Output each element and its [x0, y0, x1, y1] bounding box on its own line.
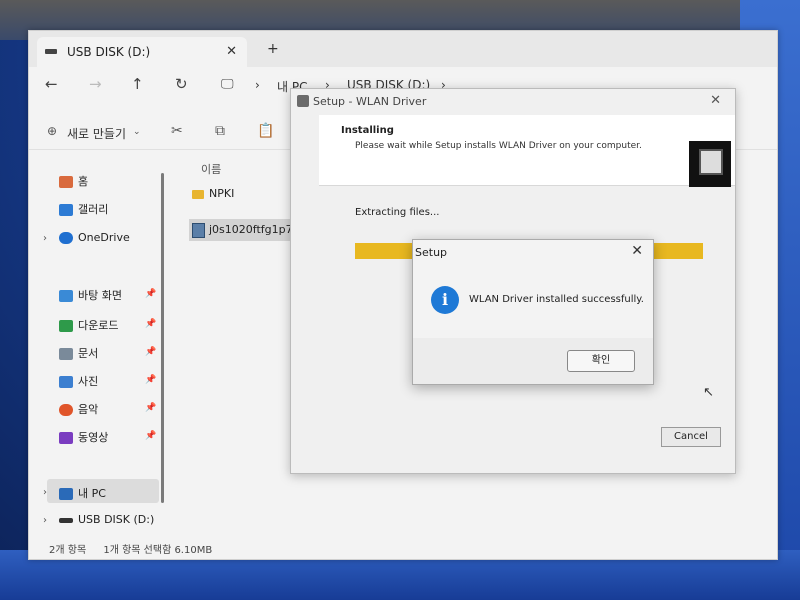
close-icon[interactable]: ✕: [631, 243, 643, 259]
nav-item-label: OneDrive: [78, 231, 130, 244]
pin-icon: 📌: [145, 431, 157, 441]
refresh-icon[interactable]: ↻: [175, 75, 188, 93]
nav-item-onedrive[interactable]: OneDrive: [59, 231, 130, 244]
drive-icon: [59, 517, 73, 523]
status-bar: 2개 항목 1개 항목 선택함 6.10MB: [49, 541, 226, 556]
chevron-right-icon[interactable]: ›: [43, 515, 47, 526]
folder-icon: [192, 189, 204, 199]
music-icon: [59, 404, 73, 416]
file-name: NPKI: [209, 187, 235, 200]
breadcrumb-separator-icon: ›: [255, 78, 260, 92]
message-dialog: Setup ✕ i WLAN Driver installed successf…: [412, 239, 654, 385]
nav-item-label: USB DISK (D:): [78, 513, 155, 526]
nav-item-label: 홈: [78, 175, 89, 188]
nav-item-documents[interactable]: 문서: [59, 345, 98, 361]
nav-item-my-pc[interactable]: 내 PC: [59, 485, 106, 501]
close-icon[interactable]: ✕: [710, 93, 721, 108]
chevron-down-icon[interactable]: ⌄: [133, 127, 141, 137]
pin-icon: 📌: [145, 403, 157, 413]
setup-status-text: Extracting files...: [355, 207, 440, 218]
cancel-button[interactable]: Cancel: [661, 427, 721, 447]
drive-icon: [45, 49, 57, 54]
cut-icon[interactable]: ✂: [171, 123, 183, 139]
selection-info: 1개 항목 선택함 6.10MB: [103, 545, 213, 556]
ok-button[interactable]: 확인: [567, 350, 635, 372]
tab-close-icon[interactable]: ✕: [226, 44, 237, 59]
nav-item-videos[interactable]: 동영상: [59, 429, 108, 445]
download-icon: [59, 320, 73, 332]
setup-subheading: Please wait while Setup installs WLAN Dr…: [355, 141, 642, 151]
nav-item-usb-disk[interactable]: USB DISK (D:): [59, 513, 154, 526]
nav-item-label: 다운로드: [78, 319, 119, 332]
pin-icon: 📌: [145, 319, 157, 329]
dialog-title-bar: Setup ✕: [413, 240, 653, 264]
pc-icon: 🖵: [221, 77, 234, 92]
nav-item-gallery[interactable]: 갤러리: [59, 201, 108, 217]
nav-item-label: 갤러리: [78, 203, 109, 216]
desktop-icon: [59, 290, 73, 302]
setup-title-bar: Setup - WLAN Driver ✕: [291, 89, 735, 115]
item-count: 2개 항목: [49, 545, 87, 556]
nav-item-music[interactable]: 음악: [59, 401, 98, 417]
tab-usb-disk[interactable]: USB DISK (D:) ✕: [37, 37, 247, 67]
picture-icon: [59, 376, 73, 388]
nav-item-downloads[interactable]: 다운로드: [59, 317, 118, 333]
setup-heading: Installing: [341, 125, 394, 136]
chevron-right-icon[interactable]: ›: [43, 487, 47, 498]
home-icon: [59, 176, 73, 188]
mouse-cursor-icon: ↖: [703, 385, 714, 400]
column-header-name[interactable]: 이름: [201, 161, 221, 177]
tab-bar: USB DISK (D:) ✕ +: [29, 31, 777, 67]
installer-icon: [192, 222, 205, 238]
pin-icon: 📌: [145, 347, 157, 357]
nav-item-label: 동영상: [78, 431, 109, 444]
gallery-icon: [59, 204, 73, 216]
dialog-footer: 확인: [413, 338, 653, 384]
pc-icon: [59, 488, 73, 500]
dialog-title: Setup: [415, 246, 448, 259]
video-icon: [59, 432, 73, 444]
new-tab-button[interactable]: +: [267, 41, 279, 57]
cloud-icon: [59, 232, 73, 244]
chevron-right-icon[interactable]: ›: [43, 233, 47, 244]
back-arrow-icon[interactable]: ←: [45, 75, 58, 93]
pin-icon: 📌: [145, 375, 157, 385]
nav-item-label: 내 PC: [78, 487, 106, 500]
setup-app-icon: [297, 95, 309, 107]
up-arrow-icon[interactable]: ↑: [131, 75, 144, 93]
nav-item-desktop[interactable]: 바탕 화면: [59, 287, 122, 303]
copy-icon[interactable]: ⧉: [215, 123, 225, 139]
nav-item-label: 문서: [78, 347, 99, 360]
document-icon: [59, 348, 73, 360]
installer-logo-icon: [689, 141, 731, 187]
pin-icon: 📌: [145, 289, 157, 299]
nav-item-label: 사진: [78, 375, 99, 388]
tab-title: USB DISK (D:): [67, 45, 151, 59]
nav-item-label: 음악: [78, 403, 99, 416]
nav-item-home[interactable]: 홈: [59, 173, 88, 189]
setup-header: Installing Please wait while Setup insta…: [319, 115, 735, 186]
dialog-message: WLAN Driver installed successfully.: [469, 294, 644, 305]
paste-icon[interactable]: 📋: [257, 123, 274, 139]
info-icon: i: [431, 286, 459, 314]
forward-arrow-icon[interactable]: →: [89, 75, 102, 93]
new-button[interactable]: 새로 만들기: [67, 125, 126, 142]
nav-scrollbar[interactable]: [161, 173, 164, 503]
new-plus-icon: ⊕: [47, 124, 58, 138]
setup-title: Setup - WLAN Driver: [313, 95, 427, 108]
nav-item-label: 바탕 화면: [78, 289, 122, 302]
nav-item-pictures[interactable]: 사진: [59, 373, 98, 389]
